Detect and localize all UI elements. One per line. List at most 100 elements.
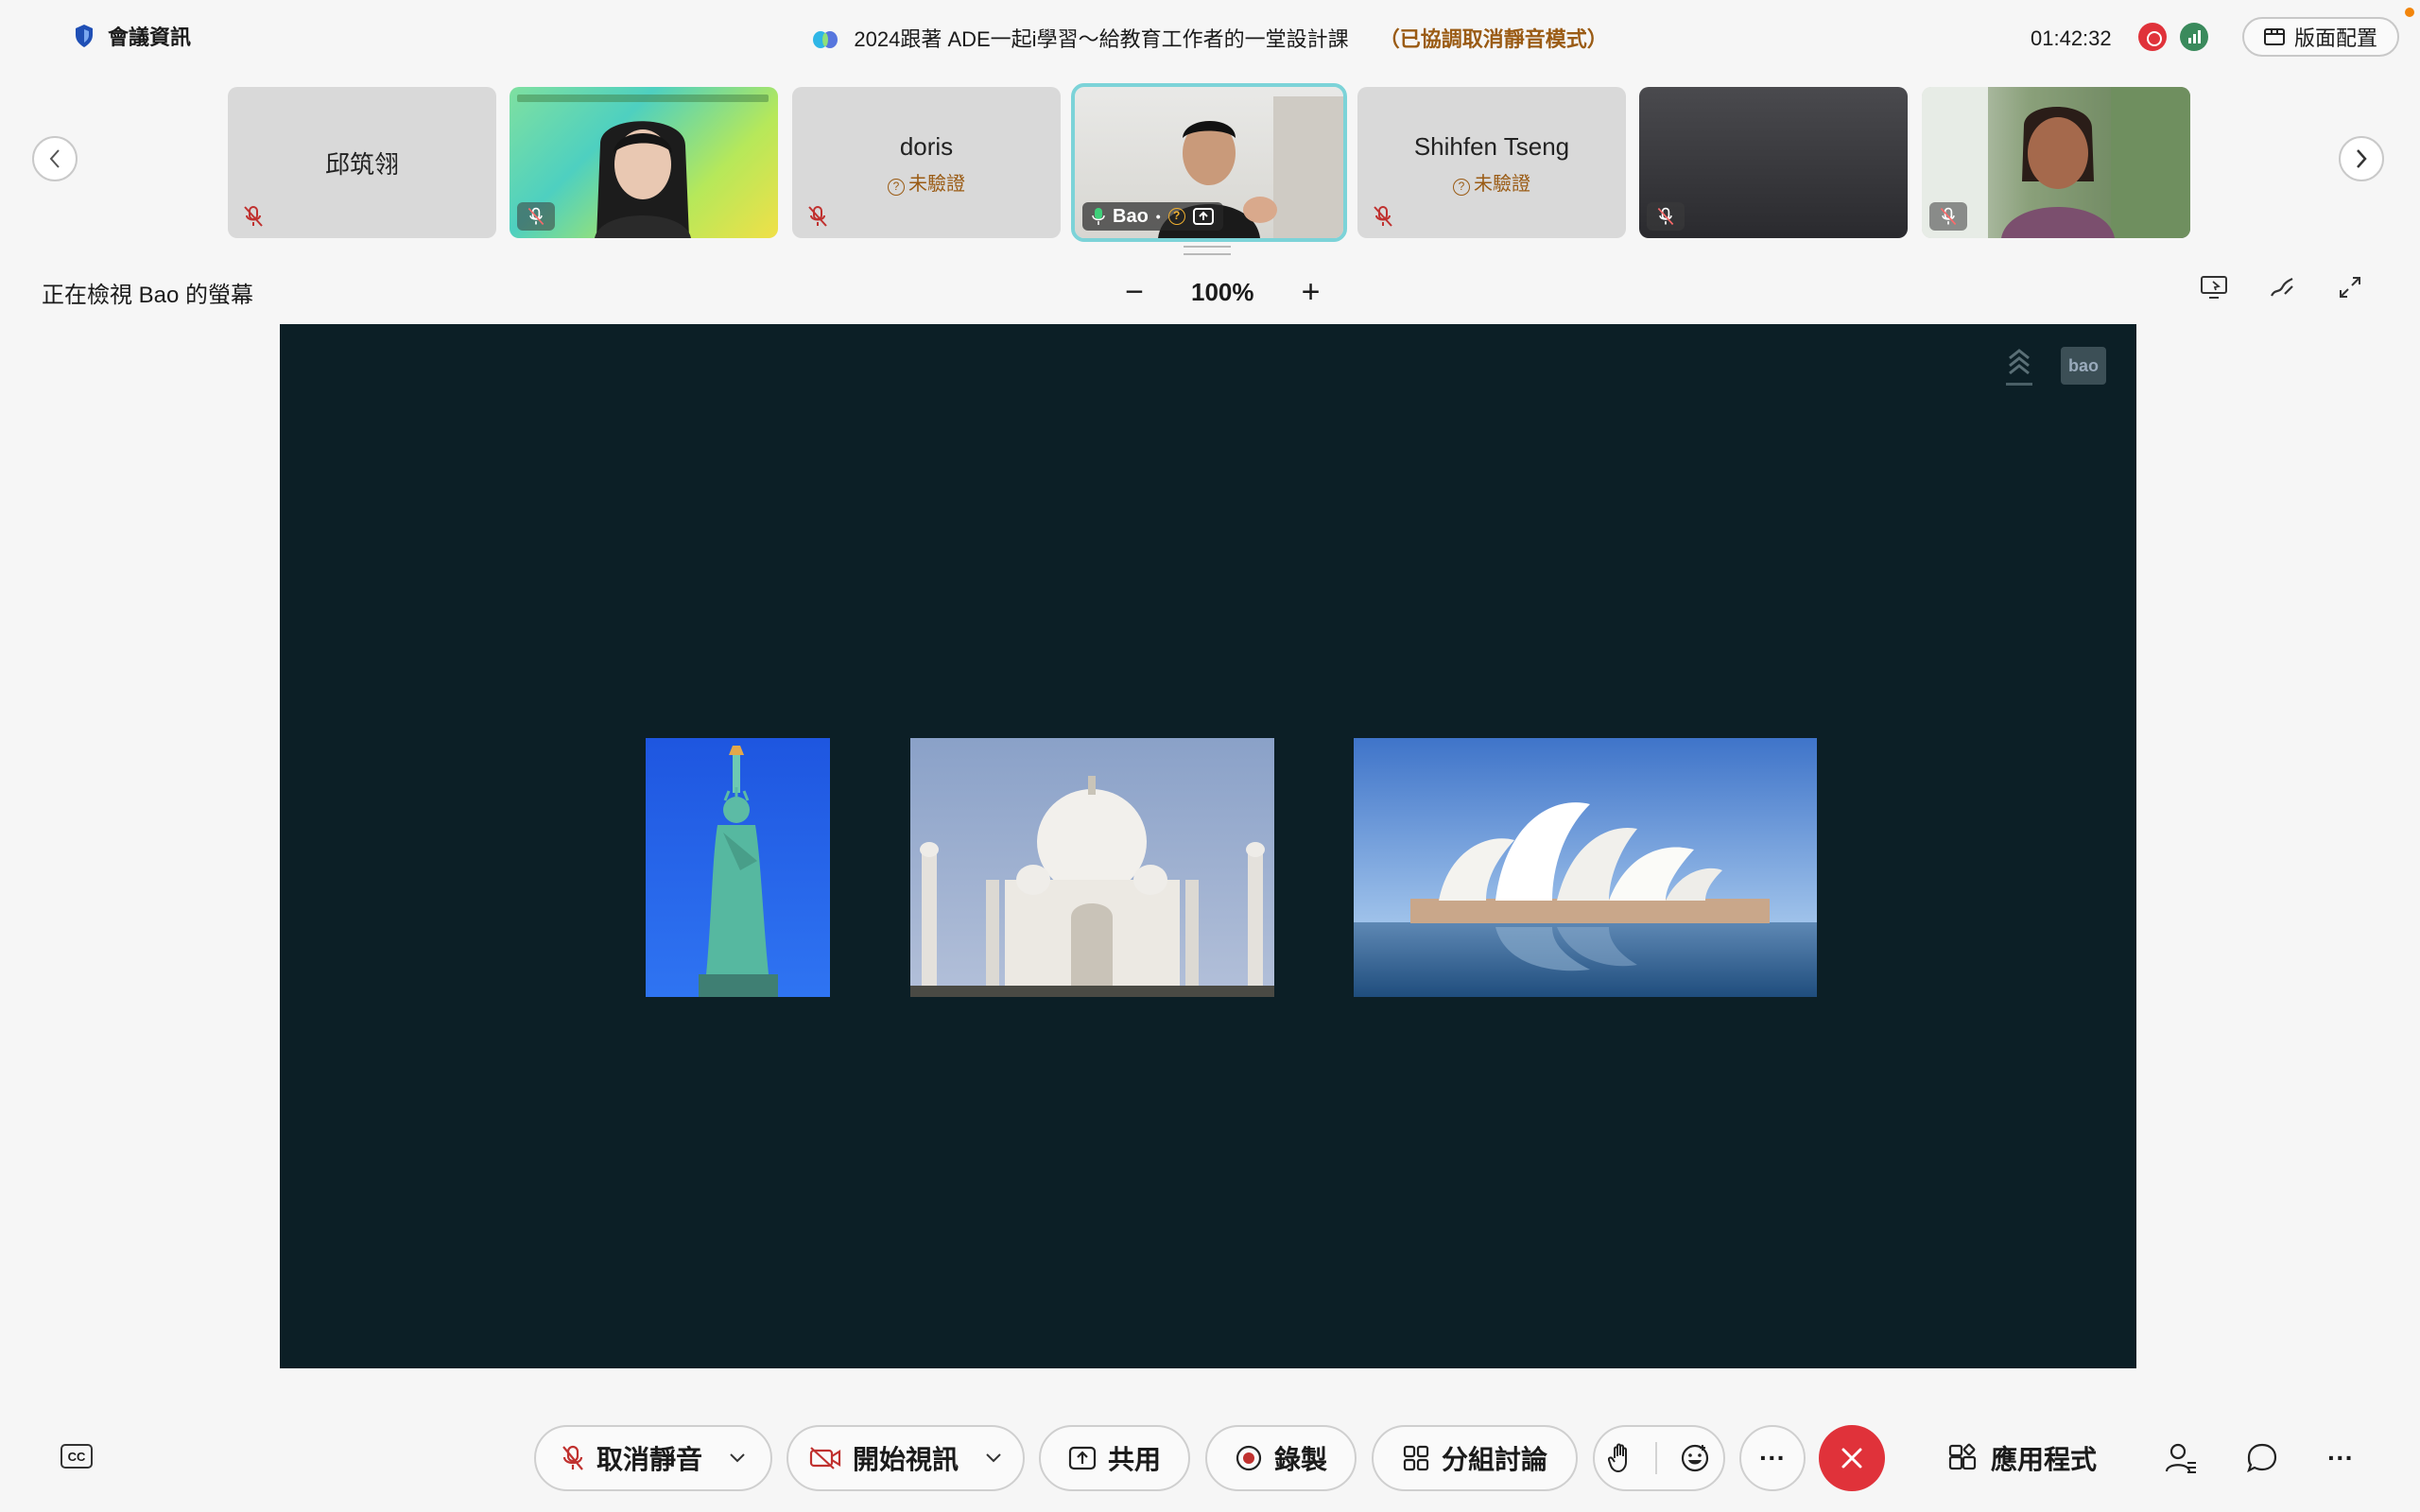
mute-badge	[1647, 202, 1685, 231]
unmute-button[interactable]: 取消靜音	[534, 1425, 772, 1491]
signal-bars-icon	[2188, 30, 2201, 43]
apps-icon	[1948, 1443, 1977, 1470]
participant-tile-video[interactable]	[510, 87, 778, 238]
video-off-icon	[809, 1447, 841, 1469]
divider	[1655, 1442, 1657, 1474]
zoom-controls: − 100% +	[1115, 274, 1330, 311]
unverified-label: 未驗證	[1474, 174, 1530, 195]
strip-resize-handle[interactable]	[1184, 246, 1231, 255]
layout-icon	[2263, 28, 2285, 45]
participant-tile-active-speaker[interactable]: Bao • ?	[1071, 83, 1347, 242]
start-video-button[interactable]: 開始視訊	[786, 1425, 1025, 1491]
raise-hand-icon[interactable]	[1608, 1443, 1633, 1473]
sydney-opera-house-image	[1354, 738, 1817, 997]
prev-participants-button[interactable]	[32, 136, 78, 181]
reactions-group	[1593, 1425, 1725, 1491]
screen-share-icon	[1192, 208, 1214, 225]
more-options-button[interactable]: ···	[1739, 1425, 1806, 1491]
participant-name: doris	[899, 132, 954, 161]
apps-label: 應用程式	[1991, 1445, 2098, 1474]
participant-tile[interactable]: Shihfen Tseng ? 未驗證	[1357, 87, 1626, 238]
chevron-right-icon	[2357, 149, 2367, 168]
question-circle-icon: ?	[1167, 208, 1185, 225]
chevron-down-icon	[730, 1453, 745, 1463]
captions-button[interactable]: CC	[60, 1444, 93, 1469]
start-video-label: 開始視訊	[852, 1445, 959, 1474]
chat-button[interactable]	[2246, 1431, 2278, 1486]
participant-tile[interactable]: 邱筑翎	[228, 87, 496, 238]
mic-muted-icon	[808, 206, 827, 227]
taj-mahal-photo	[910, 738, 1274, 997]
fullscreen-icon	[2340, 277, 2360, 298]
viewing-screen-label: 正在檢視 Bao 的螢幕	[42, 283, 254, 308]
participant-tile[interactable]: doris ? 未驗證	[792, 87, 1061, 238]
chevron-down-icon	[986, 1453, 1001, 1463]
taj-mahal-image	[910, 738, 1274, 997]
meeting-title-text: 2024跟著 ADE一起i學習～給教育工作者的一堂設計課	[854, 27, 1349, 51]
participant-name: 邱筑翎	[324, 150, 399, 179]
emoji-reaction-icon[interactable]	[1680, 1443, 1710, 1473]
webex-logo-icon	[813, 31, 838, 48]
share-button[interactable]: 共用	[1039, 1425, 1190, 1491]
mute-badge	[517, 202, 555, 231]
participants-button[interactable]	[2165, 1431, 2197, 1486]
share-screen-icon	[1068, 1446, 1097, 1470]
chevron-left-icon	[49, 149, 60, 168]
annotate-button[interactable]	[2267, 272, 2297, 302]
layout-button[interactable]: 版面配置	[2242, 17, 2399, 57]
mic-muted-icon	[562, 1445, 583, 1470]
mic-muted-icon	[527, 207, 544, 226]
close-icon	[1841, 1448, 1862, 1469]
mute-badge	[1929, 202, 1967, 231]
leave-meeting-button[interactable]	[1819, 1425, 1885, 1491]
remote-control-button[interactable]	[2199, 272, 2229, 302]
fullscreen-button[interactable]	[2335, 272, 2365, 302]
chat-bubble-icon	[2247, 1443, 2277, 1473]
mic-muted-icon	[1374, 206, 1392, 227]
breakout-grid-icon	[1403, 1445, 1429, 1471]
participant-name: Shihfen Tseng	[1413, 132, 1570, 161]
zoom-in-button[interactable]: +	[1292, 274, 1330, 311]
network-signal-icon[interactable]	[2180, 23, 2208, 51]
mic-muted-icon	[244, 206, 263, 227]
participants-icon	[2165, 1443, 2196, 1473]
share-label: 共用	[1107, 1445, 1161, 1474]
unmute-label: 取消靜音	[596, 1445, 702, 1474]
active-speaker-label: Bao • ?	[1082, 202, 1223, 231]
mute-mode-status: （已協調取消靜音模式）	[1378, 27, 1608, 51]
question-circle-icon: ?	[888, 179, 905, 196]
layout-label: 版面配置	[2293, 26, 2377, 50]
top-bar: 會議資訊 2024跟著 ADE一起i學習～給教育工作者的一堂設計課 （已協調取消…	[0, 0, 2420, 76]
zoom-out-button[interactable]: −	[1115, 274, 1153, 311]
zoom-level: 100%	[1191, 278, 1254, 306]
record-icon	[1236, 1445, 1262, 1471]
next-participants-button[interactable]	[2339, 136, 2384, 181]
record-label: 錄製	[1273, 1445, 1327, 1474]
question-circle-icon: ?	[1453, 179, 1470, 196]
participant-tile-video[interactable]	[1639, 87, 1908, 238]
view-tools	[2199, 272, 2365, 302]
watermark-bao-badge: bao	[2061, 347, 2106, 385]
mic-muted-icon	[1657, 207, 1674, 226]
statue-of-liberty-image	[646, 738, 830, 997]
breakout-button[interactable]: 分組討論	[1372, 1425, 1578, 1491]
sydney-opera-house-photo	[1354, 738, 1817, 997]
overflow-menu-button[interactable]: ···	[2327, 1431, 2354, 1486]
separator-dot: •	[1155, 209, 1161, 224]
mic-muted-icon	[1940, 207, 1957, 226]
participant-tile-video[interactable]	[1922, 87, 2190, 238]
participant-name: Bao	[1113, 205, 1149, 227]
recording-indicator-icon[interactable]	[2138, 23, 2167, 51]
unverified-status: ? 未驗證	[1357, 168, 1626, 196]
annotate-pen-icon	[2271, 278, 2293, 297]
breakout-label: 分組討論	[1441, 1445, 1547, 1474]
unverified-status: ? 未驗證	[792, 168, 1061, 196]
mic-active-icon	[1092, 208, 1105, 225]
remote-control-icon	[2201, 276, 2227, 299]
unverified-label: 未驗證	[908, 174, 965, 195]
shared-screen[interactable]: bao	[280, 324, 2136, 1368]
meeting-timer: 01:42:32	[2031, 26, 2112, 50]
watermark-logo-icon	[2006, 349, 2032, 386]
record-button[interactable]: 錄製	[1205, 1425, 1357, 1491]
apps-button[interactable]: 應用程式	[1947, 1431, 2097, 1486]
